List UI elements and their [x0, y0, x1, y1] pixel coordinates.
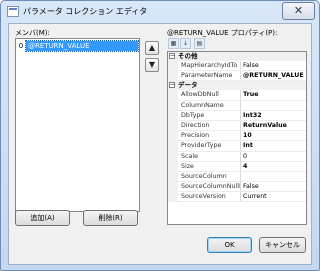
property-toolbar: ▦ ↓ ▤	[168, 38, 216, 49]
property-row[interactable]: DbType Int32	[168, 110, 306, 122]
categorized-icon[interactable]: ▦	[168, 38, 179, 49]
property-name: ParameterName	[181, 71, 241, 82]
collapse-icon[interactable]: −	[169, 53, 175, 59]
alphabetical-icon[interactable]: ↓	[180, 38, 191, 49]
window-icon	[7, 6, 19, 17]
property-row[interactable]: Direction ReturnValue	[168, 120, 306, 132]
property-name: SourceVersion	[181, 192, 241, 203]
title-bar: パラメータ コレクション エディタ ✕	[1, 1, 319, 23]
property-name: DbType	[181, 110, 241, 121]
member-index: 0	[18, 42, 24, 50]
category-misc[interactable]: − その他	[168, 52, 306, 61]
property-row[interactable]: Size 4	[168, 161, 306, 173]
ok-button[interactable]: OK	[207, 237, 252, 253]
property-row[interactable]: ParameterName @RETURN_VALUE	[168, 71, 306, 82]
property-value[interactable]: True	[242, 90, 306, 100]
property-row[interactable]: AllowDbNull True	[168, 90, 306, 101]
property-value[interactable]: Current	[242, 192, 306, 202]
property-row[interactable]: MapHierarchyIdTo False	[168, 61, 306, 72]
dialog-window: パラメータ コレクション エディタ ✕ メンバ(M): 0 @RETURN_VA…	[0, 0, 320, 271]
property-value[interactable]: 4	[242, 162, 306, 172]
property-value[interactable]: Int	[242, 141, 306, 151]
property-value[interactable]: False	[242, 61, 306, 71]
category-name: その他	[178, 52, 198, 60]
add-button[interactable]: 追加(A)	[15, 210, 70, 226]
property-name: Direction	[181, 120, 241, 132]
members-label: メンバ(M):	[15, 29, 50, 37]
property-name: SourceColumnNullMapping	[181, 182, 241, 193]
property-row[interactable]: Scale 0	[168, 151, 306, 162]
property-name: ProviderType	[181, 141, 241, 152]
category-data[interactable]: − データ	[168, 81, 306, 91]
move-down-button[interactable]: ▼	[145, 58, 159, 72]
category-name: データ	[178, 81, 198, 90]
collapse-icon[interactable]: −	[169, 82, 175, 89]
property-row[interactable]: Precision 10	[168, 131, 306, 142]
property-row[interactable]: ProviderType Int	[168, 141, 306, 152]
move-up-button[interactable]: ▲	[145, 41, 159, 55]
property-name: Precision	[181, 131, 241, 142]
list-item[interactable]: 0 @RETURN_VALUE	[16, 40, 139, 52]
property-value[interactable]: 0	[242, 152, 306, 162]
property-name: Scale	[181, 151, 241, 162]
member-label: @RETURN_VALUE	[25, 40, 139, 52]
dialog-content: メンバ(M): 0 @RETURN_VALUE ▲ ▼ 追加(A) 削除(R) …	[8, 23, 312, 265]
property-name: AllowDbNull	[181, 90, 241, 101]
property-name: MapHierarchyIdTo	[181, 61, 241, 72]
cancel-button[interactable]: キャンセル	[259, 237, 306, 253]
property-row[interactable]: ColumnName	[168, 100, 306, 111]
members-list[interactable]: 0 @RETURN_VALUE	[15, 38, 140, 212]
property-name: SourceColumn	[181, 171, 241, 183]
close-button[interactable]: ✕	[282, 2, 315, 20]
property-value[interactable]: False	[242, 182, 306, 192]
properties-label: @RETURN_VALUE プロパティ(P):	[167, 29, 278, 37]
property-name: ColumnName	[181, 100, 241, 111]
property-row[interactable]: SourceColumnNullMappingFalse	[168, 182, 306, 193]
property-name: Size	[181, 161, 241, 172]
property-value[interactable]: 10	[242, 131, 306, 141]
property-value[interactable]: @RETURN_VALUE	[242, 71, 306, 81]
property-grid[interactable]: − その他 MapHierarchyIdTo False ParameterNa…	[167, 51, 307, 225]
property-pages-icon[interactable]: ▤	[194, 38, 205, 49]
property-value[interactable]: ReturnValue	[242, 121, 306, 131]
property-row[interactable]: SourceVersion Current	[168, 192, 306, 203]
window-title: パラメータ コレクション エディタ	[23, 7, 148, 16]
remove-button[interactable]: 削除(R)	[83, 210, 138, 226]
property-row[interactable]: SourceColumn	[168, 171, 306, 183]
property-value[interactable]: Int32	[242, 111, 306, 121]
